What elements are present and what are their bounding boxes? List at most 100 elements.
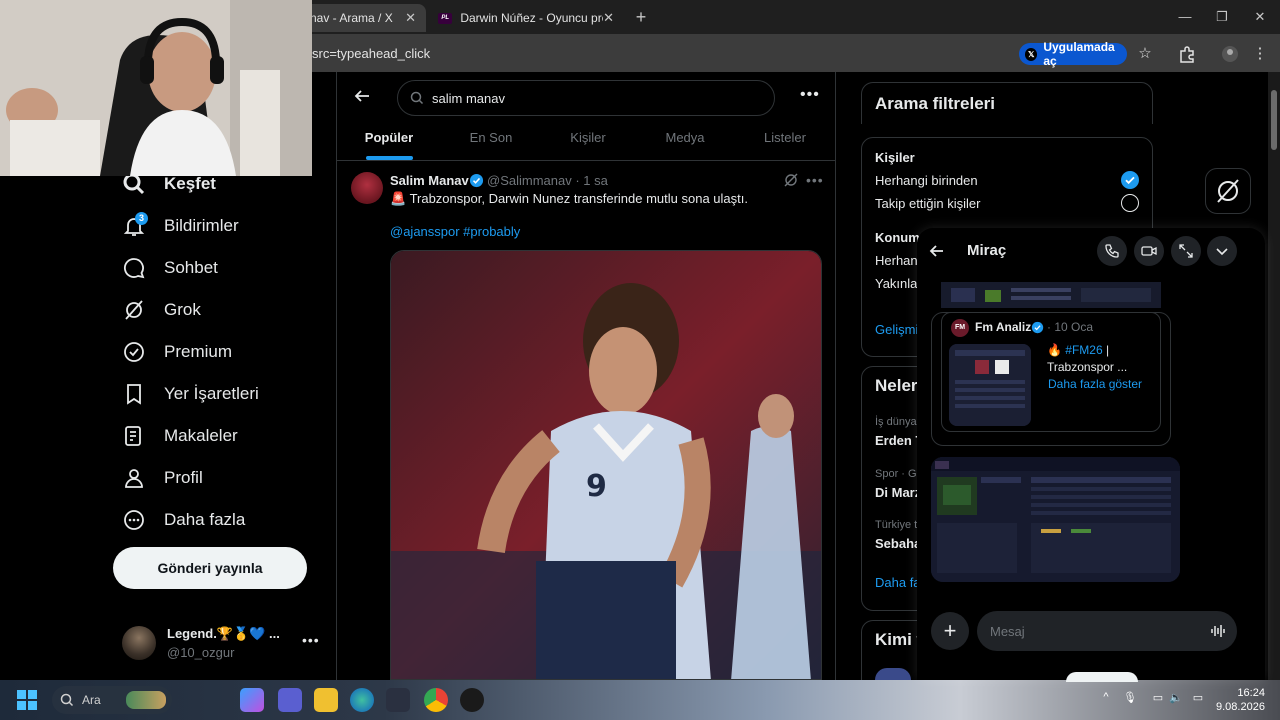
voice-waveform-icon[interactable] [1209,622,1227,640]
expand-icon [1179,244,1193,258]
nav-label: Bildirimler [164,216,239,235]
windows-start-icon[interactable] [16,689,38,711]
trend-meta: İş dünya [875,416,917,428]
nav-label: Premium [164,342,233,361]
avatar[interactable] [875,668,911,680]
back-arrow-icon[interactable] [928,242,946,260]
back-arrow-icon[interactable] [352,86,372,106]
close-tab-icon[interactable]: ✕ [603,10,614,26]
chat-image-attachment[interactable] [931,457,1180,582]
windows-taskbar [0,680,1280,720]
tab-media[interactable]: Medya [658,130,712,150]
phone-call-button[interactable] [1097,236,1127,266]
profile-avatar-icon[interactable] [1220,44,1240,64]
nav-item-more[interactable]: Daha fazla [122,502,245,538]
quoted-date: · 10 Oca [1047,320,1094,334]
people-option-following[interactable]: Takip ettiğin kişiler [875,196,981,211]
nav-item-chat[interactable]: Sohbet [122,250,218,286]
menu-icon[interactable]: ⋮ [1250,44,1270,64]
new-tab-icon[interactable]: + [630,6,652,28]
extensions-icon[interactable] [1177,44,1197,64]
advanced-search-link[interactable]: Gelişmi [875,322,918,337]
message-input[interactable]: Mesaj [977,611,1237,651]
search-icon [60,693,74,707]
post-image[interactable]: 9 [390,250,822,680]
tab-lists[interactable]: Listeler [756,130,814,150]
nav-item-profile[interactable]: Profil [122,460,203,496]
nav-item-articles[interactable]: Makaleler [122,418,238,454]
quoted-hashtag[interactable]: #FM26 [1065,343,1102,357]
add-attachment-button[interactable]: + [931,612,969,650]
chat-image-attachment[interactable] [941,282,1161,308]
trend-name[interactable]: Di Marz [875,485,921,500]
avatar[interactable] [351,172,383,204]
minimize-icon[interactable]: — [1167,6,1203,28]
tab-title: nav - Arama / X [310,11,393,25]
scrollbar-thumb[interactable] [1271,90,1277,150]
close-window-icon[interactable]: ✕ [1242,6,1278,28]
tab-people[interactable]: Kişiler [562,130,614,150]
taskbar-clock[interactable]: 16:24 9.08.2026 [1216,686,1265,714]
taskbar-search[interactable]: Ara [52,686,172,714]
more-icon[interactable]: ••• [302,632,320,648]
search-input[interactable]: salim manav [397,80,775,116]
grok-icon [125,300,143,320]
post-button[interactable]: Gönderi yayınla [113,547,307,589]
scrollbar[interactable] [1268,72,1280,680]
radio-empty-icon[interactable] [1121,194,1139,212]
steam-icon[interactable] [460,688,484,712]
tab-popular[interactable]: Popüler [356,130,422,150]
show-more-link[interactable]: Daha fazla göster [1048,377,1142,391]
network-icon[interactable]: ▭ [1150,691,1166,707]
chrome-icon[interactable] [424,688,448,712]
more-icon[interactable]: ••• [800,86,820,104]
video-camera-icon [1141,246,1157,256]
verified-badge-icon [469,173,484,188]
show-more-link[interactable]: Daha fa [875,575,921,590]
nav-item-premium[interactable]: Premium [122,334,232,370]
nav-label: Grok [164,300,201,319]
teams-icon[interactable] [278,688,302,712]
nav-item-bookmarks[interactable]: Yer İşaretleri [122,376,259,412]
store-icon[interactable] [386,688,410,712]
chevron-up-icon[interactable]: ^ [1098,691,1114,707]
quoted-author-name: Fm Analiz [975,320,1032,334]
video-call-button[interactable] [1134,236,1164,266]
grok-floating-button[interactable] [1205,168,1251,214]
browser-tab[interactable]: PL Darwin Núñez - Oyuncu profili ✕ [428,4,624,32]
post-handle[interactable]: @Salimmanav · 1 sa [487,173,608,188]
radio-checked-icon[interactable] [1121,171,1139,189]
close-tab-icon[interactable]: ✕ [405,10,416,26]
collapse-chat-button[interactable] [1207,236,1237,266]
search-icon [410,91,424,105]
microphone-icon[interactable]: 🎙 [1122,691,1138,707]
quoted-text-line: Trabzonspor ... [1047,360,1128,374]
nav-item-grok[interactable]: Grok [122,292,201,328]
quoted-text: 🔥 #FM26 | [1047,343,1109,357]
who-to-follow-title: Kimi t [875,630,923,649]
expand-chat-button[interactable] [1171,236,1201,266]
chat-contact-name[interactable]: Miraç [967,242,1006,259]
address-bar[interactable]: src=typeahead_click [312,46,430,61]
file-explorer-icon[interactable] [314,688,338,712]
tab-latest[interactable]: En Son [462,130,520,150]
volume-icon[interactable]: 🔈 [1168,691,1184,707]
location-option-near[interactable]: Yakınla [875,276,917,291]
open-in-app-button[interactable]: 𝕏 Uygulamada aç [1019,40,1127,68]
post-author-name[interactable]: Salim Manav [390,173,469,188]
account-switcher[interactable]: Legend.🏆🥇💙 ... @10_ozgur ••• [122,624,322,664]
grok-icon[interactable] [783,172,799,188]
follow-button[interactable] [1066,672,1138,682]
more-icon[interactable]: ••• [806,172,824,188]
copilot-icon[interactable] [240,688,264,712]
trend-name[interactable]: Sebaha [875,536,921,551]
browser-tab-active[interactable]: nav - Arama / X ✕ [300,4,426,32]
location-option-anywhere[interactable]: Herhan [875,253,918,268]
edge-icon[interactable] [350,688,374,712]
battery-icon[interactable]: ▭ [1190,691,1206,707]
notification-badge: 3 [135,212,148,225]
people-option-anyone[interactable]: Herhangi birinden [875,173,978,188]
post-hashtags[interactable]: @ajansspor #probably [390,224,520,239]
maximize-icon[interactable]: ❐ [1204,6,1240,28]
star-icon[interactable]: ☆ [1135,44,1155,64]
